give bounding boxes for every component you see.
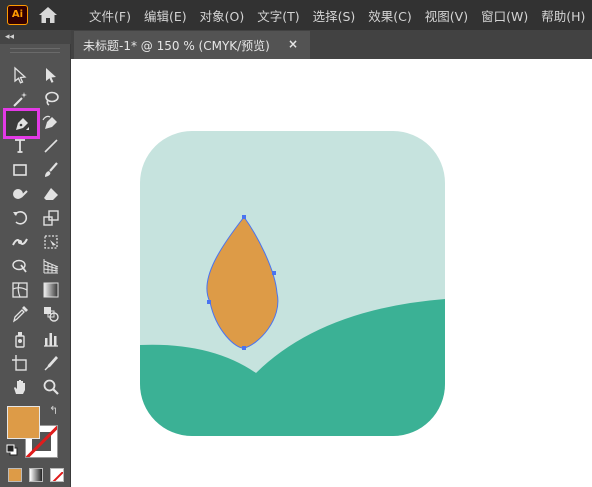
color-mode-button[interactable] xyxy=(8,468,22,482)
hand-tool[interactable] xyxy=(7,376,33,397)
mesh-tool-icon xyxy=(12,281,28,298)
rotate-tool[interactable] xyxy=(7,207,33,228)
menu-window[interactable]: 窗口(W) xyxy=(481,6,528,25)
swap-fill-stroke-icon[interactable]: ↰ xyxy=(49,404,58,417)
canvas-area[interactable] xyxy=(71,59,592,487)
slice-tool-icon xyxy=(44,355,58,370)
anchor-point xyxy=(207,300,211,304)
curvature-tool[interactable] xyxy=(38,112,64,133)
document-tab-bar: 未标题-1* @ 150 % (CMYK/预览) × xyxy=(71,30,592,59)
direct-selection-tool[interactable] xyxy=(38,64,64,85)
symbol-sprayer-tool[interactable] xyxy=(7,328,33,349)
menu-items: 文件(F) 编辑(E) 对象(O) 文字(T) 选择(S) 效果(C) 视图(V… xyxy=(89,0,592,30)
document-tab[interactable]: 未标题-1* @ 150 % (CMYK/预览) × xyxy=(74,31,310,59)
menu-view[interactable]: 视图(V) xyxy=(425,6,468,25)
menu-select[interactable]: 选择(S) xyxy=(313,6,356,25)
width-tool[interactable] xyxy=(7,231,33,252)
shaper-tool-icon xyxy=(13,188,28,199)
paintbrush-tool-icon xyxy=(45,161,58,177)
curvature-tool-icon xyxy=(42,115,57,129)
anchor-point xyxy=(242,346,246,350)
document-tab-title: 未标题-1* @ 150 % (CMYK/预览) xyxy=(83,38,270,53)
gradient-tool-icon xyxy=(43,282,59,297)
eyedropper-tool[interactable] xyxy=(7,303,33,324)
rectangle-tool[interactable] xyxy=(7,159,33,180)
scale-tool-icon xyxy=(43,209,59,226)
menu-help[interactable]: 帮助(H) xyxy=(541,6,585,25)
menu-edit[interactable]: 编辑(E) xyxy=(144,6,187,25)
column-graph-tool-icon xyxy=(44,332,58,347)
perspective-grid-tool[interactable] xyxy=(38,255,64,276)
type-tool-icon xyxy=(15,138,25,153)
type-tool[interactable] xyxy=(7,135,33,156)
shape-builder-tool[interactable] xyxy=(7,255,33,276)
panel-grip[interactable] xyxy=(10,48,60,53)
artboard-tool-icon xyxy=(12,354,27,371)
line-segment-tool[interactable] xyxy=(38,135,64,156)
illustrator-logo: Ai xyxy=(7,5,28,25)
rectangle-tool-icon xyxy=(13,163,27,176)
rotate-tool-icon xyxy=(13,210,28,225)
paintbrush-tool[interactable] xyxy=(38,159,64,180)
menu-type[interactable]: 文字(T) xyxy=(257,6,299,25)
pen-tool[interactable] xyxy=(3,108,40,139)
selection-tool-icon xyxy=(14,66,27,84)
pen-tool-icon xyxy=(15,117,29,130)
perspective-grid-tool-icon xyxy=(43,258,59,273)
zoom-tool[interactable] xyxy=(38,376,64,397)
hand-tool-icon xyxy=(14,379,25,394)
home-icon[interactable] xyxy=(38,6,58,24)
magic-wand-tool-icon xyxy=(13,91,27,107)
gradient-tool[interactable] xyxy=(38,279,64,300)
none-mode-button[interactable] xyxy=(50,468,64,482)
lasso-tool[interactable] xyxy=(38,88,64,109)
free-transform-tool[interactable] xyxy=(38,231,64,252)
free-transform-tool-icon xyxy=(44,234,58,249)
slice-tool[interactable] xyxy=(38,352,64,373)
width-tool-icon xyxy=(12,238,28,245)
eraser-tool-icon xyxy=(44,187,58,200)
direct-selection-tool-icon xyxy=(46,67,56,83)
anchor-point xyxy=(272,271,276,275)
tools-panel: ◂◂ ↰ xyxy=(0,30,71,487)
artboard-tool[interactable] xyxy=(7,352,33,373)
blend-tool-icon xyxy=(44,306,59,322)
mesh-tool[interactable] xyxy=(7,279,33,300)
menu-object[interactable]: 对象(O) xyxy=(200,6,245,25)
default-fill-stroke-icon[interactable] xyxy=(6,444,18,456)
eraser-tool[interactable] xyxy=(38,183,64,204)
column-graph-tool[interactable] xyxy=(38,328,64,349)
selection-tool[interactable] xyxy=(7,64,33,85)
tools-panel-header: ◂◂ xyxy=(0,30,71,44)
zoom-tool-icon xyxy=(43,379,59,395)
gradient-mode-button[interactable] xyxy=(29,468,43,482)
eyedropper-tool-icon xyxy=(12,305,28,322)
artwork[interactable] xyxy=(71,59,592,487)
fill-color-swatch[interactable] xyxy=(7,406,40,439)
collapse-panel-icon[interactable]: ◂◂ xyxy=(5,32,14,42)
none-icon xyxy=(52,471,63,481)
magic-wand-tool[interactable] xyxy=(7,88,33,109)
lasso-tool-icon xyxy=(45,91,59,106)
shape-builder-tool-icon xyxy=(12,259,27,273)
menu-bar: Ai 文件(F) 编辑(E) 对象(O) 文字(T) 选择(S) 效果(C) 视… xyxy=(0,0,592,30)
symbol-sprayer-tool-icon xyxy=(15,331,25,348)
menu-file[interactable]: 文件(F) xyxy=(89,6,131,25)
menu-effect[interactable]: 效果(C) xyxy=(368,6,411,25)
blend-tool[interactable] xyxy=(38,303,64,324)
shaper-tool[interactable] xyxy=(7,183,33,204)
anchor-point xyxy=(242,215,246,219)
line-segment-tool-icon xyxy=(44,138,58,153)
scale-tool[interactable] xyxy=(38,207,64,228)
close-tab-icon[interactable]: × xyxy=(288,37,298,51)
